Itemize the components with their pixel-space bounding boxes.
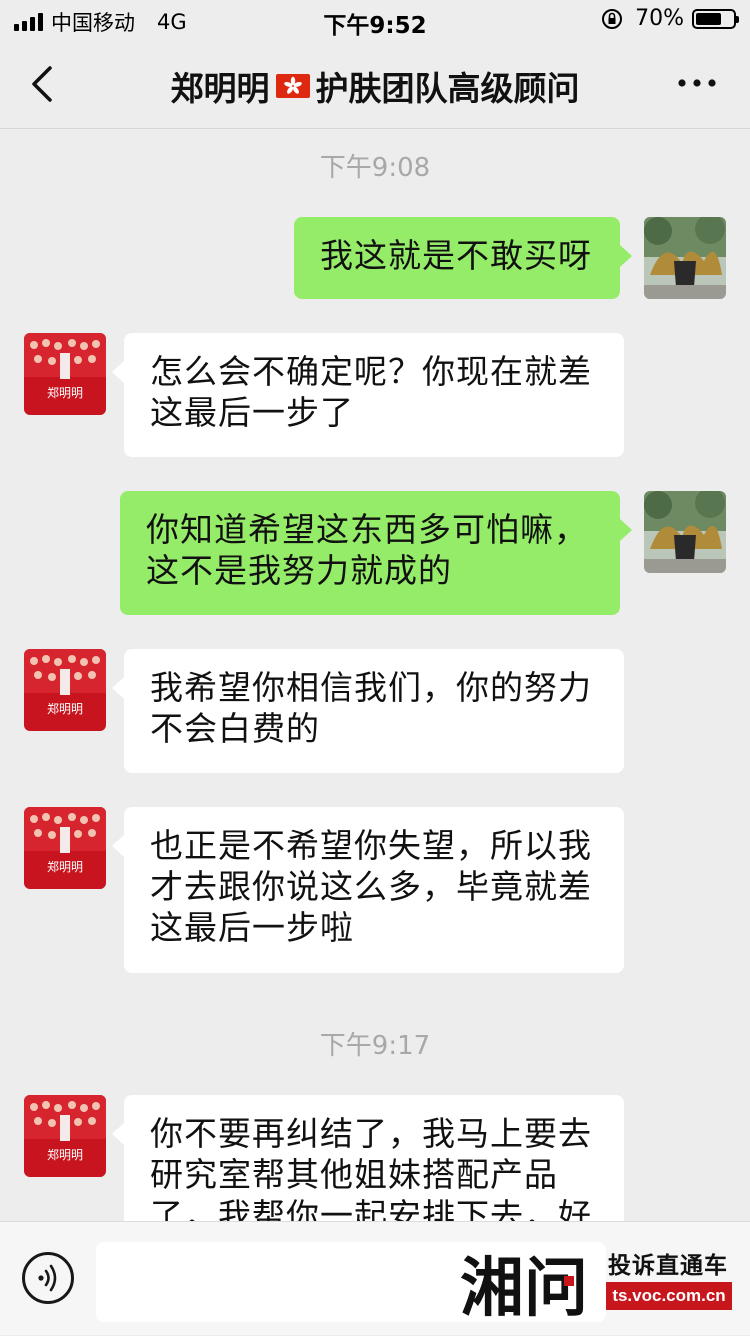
team-photo-avatar-icon: 郑明明 bbox=[24, 333, 106, 415]
contact-avatar[interactable]: 郑明明 bbox=[24, 649, 106, 731]
sculpture-photo-icon bbox=[644, 217, 726, 299]
chat-timestamp: 下午9:17 bbox=[319, 1031, 431, 1061]
chat-header: 郑明明 护肤团队高级顾问 bbox=[0, 40, 750, 129]
incoming-message[interactable]: 我希望你相信我们，你的努力 不会白费的 bbox=[112, 649, 624, 773]
contact-name: 郑明明 bbox=[170, 69, 270, 108]
sculpture-photo-icon bbox=[644, 491, 726, 573]
message-line: 你知道希望这东西多可怕嘛， bbox=[146, 510, 588, 549]
contact-avatar[interactable]: 郑明明 bbox=[24, 1095, 106, 1177]
hong-kong-flag-icon bbox=[275, 74, 310, 98]
incoming-message[interactable]: 你不要再纠结了，我马上要去 研究室帮其他姐妹搭配产品 了，我帮你一起安排下去，好 bbox=[112, 1095, 624, 1221]
message-line: 我希望你相信我们，你的努力 bbox=[150, 668, 592, 707]
outgoing-message[interactable]: 我这就是不敢买呀 bbox=[294, 217, 632, 299]
xiangwen-logo: 湘问 bbox=[460, 1252, 588, 1326]
message-line: 也正是不希望你失望，所以我 bbox=[150, 826, 592, 865]
message-line: 研究室帮其他姐妹搭配产品 bbox=[150, 1155, 558, 1194]
contact-avatar[interactable]: 郑明明 bbox=[24, 333, 106, 415]
my-avatar[interactable] bbox=[644, 217, 726, 299]
voice-wave-icon bbox=[38, 1264, 57, 1292]
outgoing-message[interactable]: 你知道希望这东西多可怕嘛， 这不是我努力就成的 bbox=[120, 491, 632, 615]
back-chevron-icon[interactable] bbox=[20, 62, 64, 106]
status-bar: 中国移动 4G 下午9:52 70% bbox=[0, 0, 750, 40]
chat-title: 郑明明 护肤团队高级顾问 bbox=[100, 62, 650, 110]
team-photo-avatar-icon: 郑明明 bbox=[24, 1095, 106, 1177]
avatar-caption: 郑明明 bbox=[47, 859, 83, 874]
team-photo-avatar-icon: 郑明明 bbox=[24, 649, 106, 731]
avatar-caption: 郑明明 bbox=[47, 701, 83, 716]
battery-percent: 70% bbox=[635, 6, 684, 31]
watermark: 湘问 投诉直通车 ts.voc.com.cn bbox=[458, 1236, 748, 1332]
orientation-lock-icon bbox=[602, 8, 623, 29]
avatar-caption: 郑明明 bbox=[47, 1147, 83, 1162]
message-text: 我这就是不敢买呀 bbox=[320, 236, 592, 275]
message-line: 了，我帮你一起安排下去，好 bbox=[150, 1196, 592, 1221]
message-line: 怎么会不确定呢？你现在就差 bbox=[150, 352, 592, 391]
watermark-title: 投诉直通车 bbox=[608, 1253, 728, 1279]
incoming-message[interactable]: 怎么会不确定呢？你现在就差 这最后一步了 bbox=[112, 333, 624, 457]
message-line: 不会白费的 bbox=[150, 709, 320, 748]
message-line: 这最后一步啦 bbox=[150, 908, 354, 947]
message-line: 这不是我努力就成的 bbox=[146, 551, 452, 590]
watermark-url: ts.voc.com.cn bbox=[606, 1282, 732, 1310]
more-options-icon[interactable] bbox=[672, 68, 722, 98]
avatar-caption: 郑明明 bbox=[47, 385, 83, 400]
battery-level bbox=[696, 12, 721, 25]
chat-timestamp: 下午9:08 bbox=[319, 153, 431, 183]
contact-role: 护肤团队高级顾问 bbox=[315, 69, 580, 108]
chat-message-list[interactable]: 下午9:08 我这就是不敢买呀 郑明明 怎么会不确定呢？你现在就差 这最后一步了… bbox=[0, 129, 750, 1221]
status-right: 70% bbox=[601, 6, 739, 31]
team-photo-avatar-icon: 郑明明 bbox=[24, 807, 106, 889]
voice-input-button[interactable] bbox=[22, 1252, 74, 1304]
message-line: 你不要再纠结了，我马上要去 bbox=[150, 1114, 592, 1153]
message-line: 才去跟你说这么多，毕竟就差 bbox=[150, 867, 592, 906]
message-line: 这最后一步了 bbox=[150, 393, 354, 432]
battery-icon bbox=[692, 8, 739, 29]
contact-avatar[interactable]: 郑明明 bbox=[24, 807, 106, 889]
logo-text: 湘问 bbox=[460, 1252, 588, 1326]
my-avatar[interactable] bbox=[644, 491, 726, 573]
incoming-message[interactable]: 也正是不希望你失望，所以我 才去跟你说这么多，毕竟就差 这最后一步啦 bbox=[112, 807, 624, 973]
